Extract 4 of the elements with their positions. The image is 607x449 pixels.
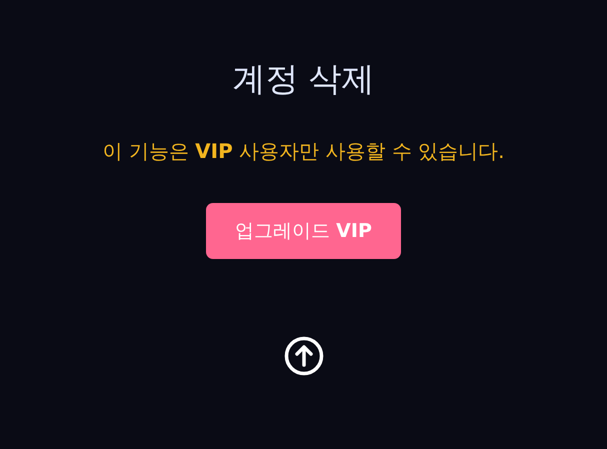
- vip-only-message: 이 기능은 VIP 사용자만 사용할 수 있습니다.: [102, 138, 505, 165]
- page-title: 계정 삭제: [232, 58, 375, 100]
- upgrade-button[interactable]: 업그레이드 VIP: [206, 203, 401, 259]
- scroll-top-icon[interactable]: [284, 336, 324, 376]
